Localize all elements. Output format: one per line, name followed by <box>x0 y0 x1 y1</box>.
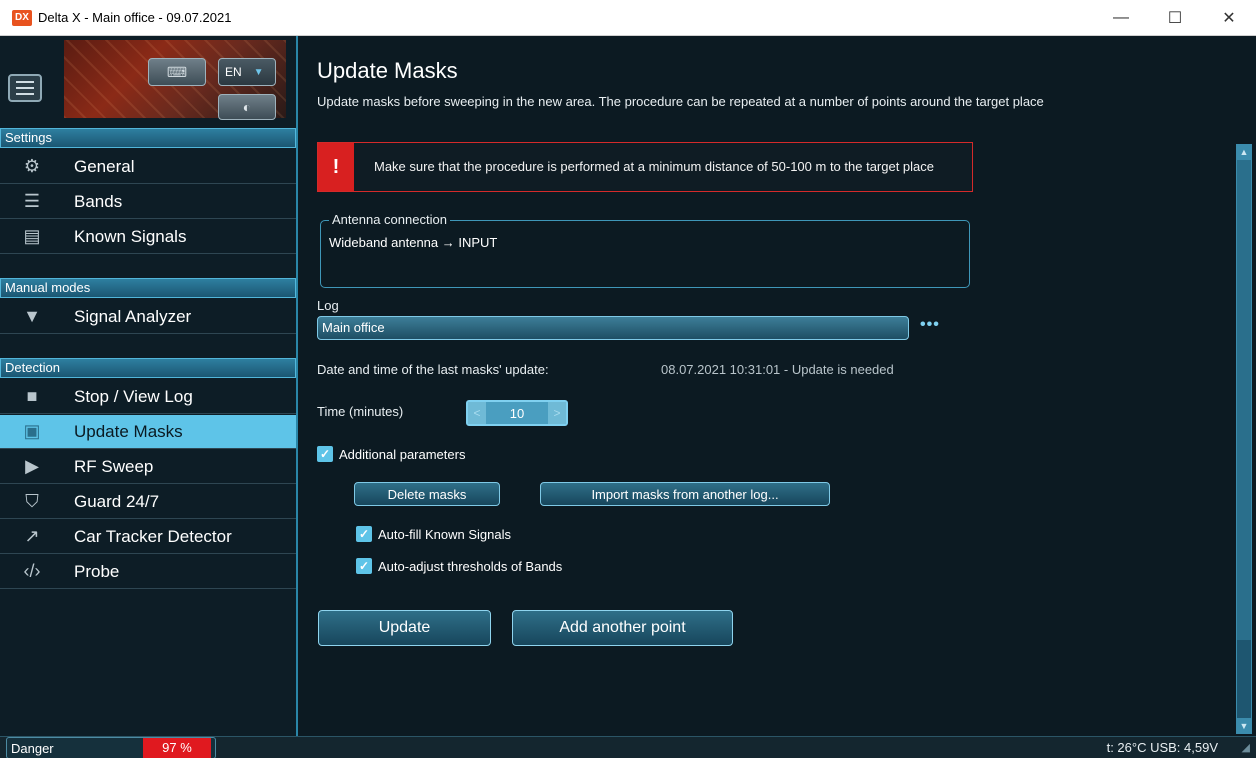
keyboard-button[interactable]: ⌨ <box>148 58 206 86</box>
checkbox-label: Auto-adjust thresholds of Bands <box>378 558 563 574</box>
sidebar-item-label: Guard 24/7 <box>74 491 160 511</box>
title-bar: DX Delta X - Main office - 09.07.2021 — … <box>0 0 1256 36</box>
vertical-scrollbar[interactable]: ▲ ▼ <box>1236 144 1252 734</box>
status-bar: Danger 97 % t: 26°C USB: 4,59V ◢ <box>0 736 1256 758</box>
brightness-icon: ◐ <box>242 99 252 115</box>
auto-fill-checkbox[interactable]: ✓ Auto-fill Known Signals <box>356 526 511 542</box>
sidebar-item-rf-sweep[interactable]: ▶ RF Sweep <box>0 450 296 484</box>
sidebar-item-car-tracker-detector[interactable]: ↗ Car Tracker Detector <box>0 520 296 554</box>
warning-banner: ! Make sure that the procedure is perfor… <box>317 142 973 192</box>
sidebar-item-label: Update Masks <box>74 421 183 441</box>
time-label: Time (minutes) <box>317 404 404 419</box>
scroll-thumb[interactable] <box>1237 160 1251 640</box>
sidebar-item-update-masks[interactable]: ▣ Update Masks <box>0 415 296 449</box>
time-value[interactable]: 10 <box>486 406 548 421</box>
log-label: Log <box>317 298 339 313</box>
scroll-down-icon[interactable]: ▼ <box>1236 718 1252 734</box>
close-button[interactable]: ✕ <box>1202 0 1256 36</box>
section-header-manual-modes: Manual modes <box>0 278 296 298</box>
checkmark-icon: ✓ <box>356 558 372 574</box>
app-logo-icon: DX <box>12 9 32 26</box>
log-select[interactable]: Main office <box>317 316 909 340</box>
brightness-button[interactable]: ◐ <box>218 94 276 120</box>
sidebar-item-known-signals[interactable]: ▤ Known Signals <box>0 220 296 254</box>
hamburger-menu-button[interactable] <box>8 74 42 102</box>
keyboard-icon: ⌨ <box>166 63 188 80</box>
page-title: Update Masks <box>317 58 458 83</box>
additional-parameters-checkbox[interactable]: ✓ Additional parameters <box>317 446 465 462</box>
menu-line-icon <box>16 93 34 95</box>
menu-line-icon <box>16 87 34 89</box>
gear-icon: ⚙ <box>23 156 41 176</box>
antenna-connection-text: Wideband antenna → INPUT <box>329 235 498 250</box>
auto-adjust-checkbox[interactable]: ✓ Auto-adjust thresholds of Bands <box>356 558 562 574</box>
sidebar: ⌨ EN ▼ ◐ Settings ⚙ General ☰ Bands ▤ Kn… <box>0 36 298 736</box>
antenna-connection-legend: Antenna connection <box>329 212 450 227</box>
warning-text: Make sure that the procedure is performe… <box>374 159 935 174</box>
sidebar-item-label: General <box>74 156 135 176</box>
window-title: Delta X - Main office - 09.07.2021 <box>38 10 232 25</box>
checkmark-icon: ✓ <box>356 526 372 542</box>
sidebar-item-guard[interactable]: ⛉ Guard 24/7 <box>0 485 296 519</box>
update-button[interactable]: Update <box>318 610 491 646</box>
sidebar-item-label: RF Sweep <box>74 456 154 476</box>
exclamation-icon: ! <box>318 143 354 191</box>
language-select[interactable]: EN ▼ <box>218 58 276 86</box>
shield-icon: ⛉ <box>25 491 39 511</box>
add-another-point-button[interactable]: Add another point <box>512 610 733 646</box>
trend-icon: ↗ <box>24 526 40 546</box>
sidebar-item-label: Known Signals <box>74 226 187 246</box>
more-options-icon[interactable]: ••• <box>920 316 942 338</box>
sidebar-item-label: Signal Analyzer <box>74 306 192 326</box>
checkbox-label: Auto-fill Known Signals <box>378 526 511 542</box>
sidebar-item-stop-view-log[interactable]: ■ Stop / View Log <box>0 380 296 414</box>
danger-value: 97 % <box>143 738 211 758</box>
import-masks-button[interactable]: Import masks from another log... <box>540 482 830 506</box>
list-icon: ☰ <box>23 191 41 211</box>
delete-masks-button[interactable]: Delete masks <box>354 482 500 506</box>
checkmark-icon: ✓ <box>317 446 333 462</box>
signal-icon: ▼ <box>23 306 41 326</box>
language-value: EN <box>225 65 242 79</box>
checkbox-label: Additional parameters <box>339 446 466 462</box>
image-icon: ▣ <box>23 421 41 441</box>
danger-indicator: Danger 97 % <box>6 737 216 758</box>
sidebar-item-general[interactable]: ⚙ General <box>0 150 296 184</box>
last-update-value: 08.07.2021 10:31:01 - Update is needed <box>661 362 894 377</box>
code-icon: ‹/› <box>23 561 41 581</box>
sidebar-item-label: Bands <box>74 191 123 211</box>
status-info: t: 26°C USB: 4,59V <box>1106 740 1218 755</box>
main-content: Update Masks Update masks before sweepin… <box>300 36 1232 736</box>
sidebar-item-probe[interactable]: ‹/› Probe <box>0 555 296 589</box>
sidebar-item-label: Probe <box>74 561 120 581</box>
minimize-button[interactable]: — <box>1094 0 1148 36</box>
play-icon: ▶ <box>25 456 39 476</box>
sidebar-item-label: Car Tracker Detector <box>74 526 232 546</box>
window-controls: — ☐ ✕ <box>1094 0 1256 36</box>
scroll-up-icon[interactable]: ▲ <box>1236 144 1252 160</box>
stop-icon: ■ <box>26 386 38 406</box>
resize-grip-icon[interactable]: ◢ <box>1242 741 1250 754</box>
maximize-button[interactable]: ☐ <box>1148 0 1202 36</box>
section-header-detection: Detection <box>0 358 296 378</box>
increment-button[interactable]: > <box>548 402 566 424</box>
clipboard-icon: ▤ <box>23 226 41 246</box>
section-header-settings: Settings <box>0 128 296 148</box>
menu-line-icon <box>16 81 34 83</box>
chevron-down-icon: ▼ <box>253 66 264 78</box>
time-stepper[interactable]: < 10 > <box>466 400 568 426</box>
decrement-button[interactable]: < <box>468 402 486 424</box>
sidebar-item-signal-analyzer[interactable]: ▼ Signal Analyzer <box>0 300 296 334</box>
sidebar-item-bands[interactable]: ☰ Bands <box>0 185 296 219</box>
page-subtitle: Update masks before sweeping in the new … <box>317 94 1044 109</box>
danger-label: Danger <box>11 741 54 756</box>
sidebar-item-label: Stop / View Log <box>74 386 193 406</box>
last-update-label: Date and time of the last masks' update: <box>317 362 549 377</box>
antenna-connection-group: Antenna connection Wideband antenna → IN… <box>320 212 970 288</box>
